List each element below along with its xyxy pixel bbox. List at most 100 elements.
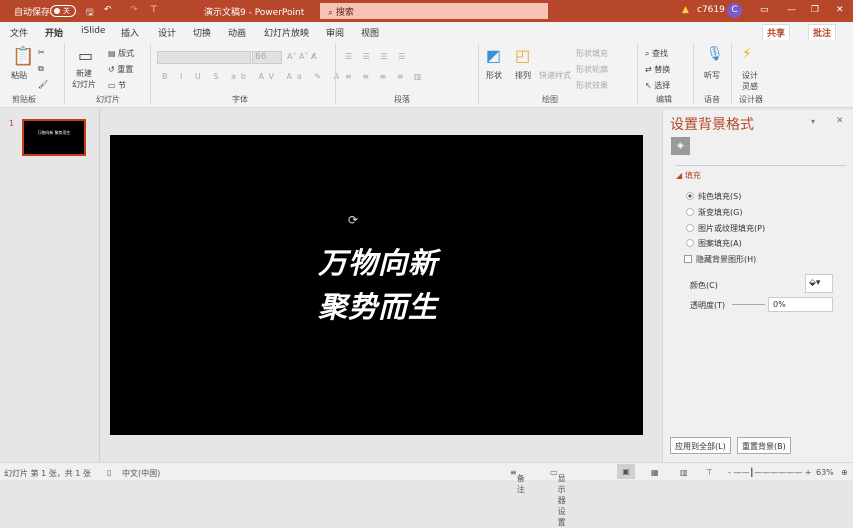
- font-format-buttons[interactable]: B I U S ab AV Aa ✎ A: [162, 72, 344, 81]
- slide-thumbnail-pane: [0, 108, 100, 462]
- paste-icon[interactable]: 📋: [12, 46, 34, 67]
- tab-insert[interactable]: 插入: [121, 26, 139, 39]
- shape-effects-button[interactable]: 形状效果: [576, 80, 608, 91]
- transparency-slider[interactable]: [732, 304, 765, 305]
- layout-button[interactable]: ▤ 版式: [108, 48, 134, 59]
- rotate-handle-icon[interactable]: ⟳: [348, 213, 358, 227]
- designer-ideas-button[interactable]: 设计 灵感: [742, 70, 758, 92]
- apply-to-all-button[interactable]: 应用到全部(L): [670, 437, 731, 454]
- fit-slide-icon[interactable]: ⊕: [841, 468, 848, 477]
- copy-icon[interactable]: ⧉: [38, 64, 44, 74]
- ribbon: 📋 粘贴 ✂ ⧉ 🖌 ▭ 新建 幻灯片 ▤ 版式 ↺ 重置 ▭ 节 66 A˄ …: [0, 40, 853, 108]
- color-picker-button[interactable]: ⬙▾: [805, 274, 833, 293]
- group-clipboard: 剪贴板: [12, 95, 36, 104]
- radio-gradient-fill[interactable]: 渐变填充(G): [686, 207, 742, 218]
- arrange-icon[interactable]: ◰: [515, 46, 530, 65]
- normal-view-icon[interactable]: ▣: [617, 464, 635, 479]
- minimize-icon[interactable]: —: [787, 5, 796, 15]
- tab-slideshow[interactable]: 幻灯片放映: [264, 26, 309, 39]
- arrange-button[interactable]: 排列: [515, 70, 531, 81]
- dictate-button[interactable]: 听写: [704, 70, 720, 81]
- replace-button[interactable]: ⇄ 替换: [645, 64, 670, 75]
- group-designer: 设计器: [739, 95, 763, 104]
- list-buttons[interactable]: ☰ ☰ ☰ ☰: [345, 52, 409, 61]
- comment-button[interactable]: 批注: [808, 24, 837, 41]
- shape-button[interactable]: 形状: [486, 70, 502, 81]
- slide-thumbnail[interactable]: 万物向新 聚势而生: [22, 119, 86, 156]
- share-button[interactable]: 共享: [762, 24, 791, 41]
- reset-button[interactable]: ↺ 重置: [108, 64, 133, 75]
- format-painter-icon[interactable]: 🖌: [38, 80, 48, 89]
- close-icon[interactable]: ✕: [836, 5, 844, 15]
- autosave-label: 自动保存: [14, 8, 51, 18]
- slide-title-line2[interactable]: 聚势而生: [318, 284, 438, 326]
- slide-sorter-icon[interactable]: ▦: [651, 468, 659, 477]
- search-input[interactable]: ⌕ 搜索: [320, 3, 548, 19]
- radio-solid-fill[interactable]: 纯色填充(S): [686, 191, 741, 202]
- tab-view[interactable]: 视图: [361, 26, 379, 39]
- restore-icon[interactable]: ❐: [811, 5, 819, 15]
- zoom-slider[interactable]: - ——┃—————— +: [728, 468, 812, 477]
- redo-icon[interactable]: ↷: [130, 5, 138, 15]
- fill-section-header[interactable]: ◢ 填充: [676, 170, 701, 181]
- notes-button[interactable]: ≡ 备注: [510, 468, 525, 494]
- tab-animations[interactable]: 动画: [228, 26, 246, 39]
- cut-icon[interactable]: ✂: [38, 48, 45, 57]
- radio-picture-fill[interactable]: 图片或纹理填充(P): [686, 223, 765, 234]
- font-size-select[interactable]: 66: [252, 51, 282, 64]
- zoom-level[interactable]: 63%: [816, 468, 834, 477]
- designer-icon[interactable]: ⚡: [742, 46, 752, 62]
- slide-title-line1[interactable]: 万物向新: [318, 240, 438, 282]
- title-bar: 自动保存 关 🖫 ↶ ↷ ⊤ 演示文稿9 - PowerPoint ⌕ 搜索 ▲…: [0, 0, 853, 22]
- font-size-controls[interactable]: A˄ A˅ A̸: [287, 52, 317, 61]
- select-button[interactable]: ↖ 选择: [645, 80, 670, 91]
- slide-number: 1: [9, 119, 15, 128]
- accessibility-icon[interactable]: ▯: [107, 468, 111, 477]
- quick-styles-button[interactable]: 快速样式: [539, 70, 571, 81]
- ribbon-display-icon[interactable]: ▭: [760, 5, 769, 15]
- hide-background-checkbox[interactable]: 隐藏背景图形(H): [684, 254, 756, 265]
- user-name[interactable]: c7619: [697, 5, 725, 15]
- section-button[interactable]: ▭ 节: [108, 80, 126, 91]
- reading-view-icon[interactable]: ▥: [680, 468, 688, 477]
- shape-icon[interactable]: ◩: [486, 46, 501, 65]
- fill-tab-icon[interactable]: ◈: [671, 137, 690, 155]
- tab-islide[interactable]: iSlide: [81, 26, 105, 36]
- display-settings-button[interactable]: ▭ 显示器设置: [550, 468, 566, 527]
- undo-icon[interactable]: ↶: [104, 5, 112, 15]
- document-title: 演示文稿9 - PowerPoint: [204, 8, 305, 18]
- transparency-input[interactable]: 0%: [768, 297, 833, 312]
- pane-options-icon[interactable]: ▾: [811, 117, 815, 126]
- transparency-label: 透明度(T): [690, 301, 726, 310]
- tab-review[interactable]: 审阅: [326, 26, 344, 39]
- new-slide-icon[interactable]: ▭: [78, 46, 93, 65]
- shape-fill-button[interactable]: 形状填充: [576, 48, 608, 59]
- align-buttons[interactable]: ≡ ≡ ≡ ≡ ▥: [345, 72, 426, 81]
- pane-close-icon[interactable]: ✕: [836, 116, 844, 126]
- ribbon-tabs: 文件 开始 iSlide 插入 设计 切换 动画 幻灯片放映 审阅 视图 共享 …: [0, 22, 853, 42]
- reset-background-button[interactable]: 重置背景(B): [737, 437, 791, 454]
- radio-pattern-fill[interactable]: 图案填充(A): [686, 238, 742, 249]
- language[interactable]: 中文(中国): [122, 468, 160, 479]
- new-slide-button[interactable]: 新建 幻灯片: [72, 68, 96, 90]
- tab-transitions[interactable]: 切换: [193, 26, 211, 39]
- shape-outline-button[interactable]: 形状轮廓: [576, 64, 608, 75]
- slideshow-icon[interactable]: ⊤: [706, 468, 713, 477]
- save-icon[interactable]: 🖫: [86, 5, 94, 21]
- tab-file[interactable]: 文件: [10, 26, 28, 39]
- font-name-select[interactable]: [157, 51, 251, 64]
- color-label: 颜色(C): [690, 281, 718, 290]
- paste-button[interactable]: 粘贴: [11, 70, 27, 81]
- autosave-toggle[interactable]: 关: [50, 5, 76, 17]
- present-icon[interactable]: ⊤: [150, 5, 158, 15]
- warning-icon[interactable]: ▲: [682, 5, 689, 15]
- avatar[interactable]: C: [727, 3, 742, 18]
- pane-title: 设置背景格式: [670, 117, 754, 133]
- group-slides: 幻灯片: [96, 95, 120, 104]
- group-voice: 语音: [704, 95, 720, 104]
- microphone-icon[interactable]: 🎙: [706, 46, 724, 62]
- tab-design[interactable]: 设计: [158, 26, 176, 39]
- slide-info: 幻灯片 第 1 张，共 1 张: [4, 469, 91, 478]
- find-button[interactable]: ⌕ 查找: [645, 48, 668, 59]
- status-bar: 幻灯片 第 1 张，共 1 张 ▯ 中文(中国) ≡ 备注 ▭ 显示器设置 ▣ ▦ …: [0, 462, 853, 527]
